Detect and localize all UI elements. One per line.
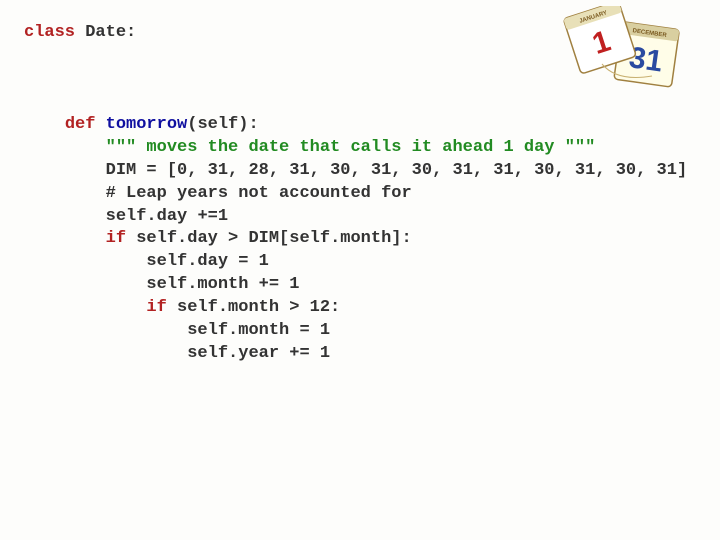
code-line-if: if self.month > 12:: [24, 297, 696, 320]
code-line: self.day = 1: [24, 251, 696, 274]
keyword-class: class: [24, 23, 85, 42]
code-line-def: def tomorrow(self):: [24, 114, 696, 137]
keyword-def: def: [65, 115, 106, 134]
method-name: tomorrow: [106, 115, 188, 134]
dim-values: 0, 31, 28, 31, 30, 31, 30, 31, 31, 30, 3…: [177, 161, 677, 180]
code-line: self.month += 1: [24, 274, 696, 297]
keyword-if: if: [106, 229, 137, 248]
code-line: self.day +=1: [24, 206, 696, 229]
class-name: Date: [85, 23, 126, 42]
code-line-if: if self.day > DIM[self.month]:: [24, 228, 696, 251]
code-line: self.year += 1: [24, 343, 696, 366]
code-line-comment: # Leap years not accounted for: [24, 183, 696, 206]
code-line-class: class Date:: [24, 22, 696, 45]
code-line-docstring: """ moves the date that calls it ahead 1…: [24, 137, 696, 160]
keyword-if: if: [146, 298, 177, 317]
comment: # Leap years not accounted for: [106, 184, 412, 203]
code-line: self.month = 1: [24, 320, 696, 343]
code-line-dim: DIM = [0, 31, 28, 31, 30, 31, 30, 31, 31…: [24, 160, 696, 183]
code-snippet: class Date: def tomorrow(self): """ move…: [24, 22, 696, 366]
docstring: """ moves the date that calls it ahead 1…: [106, 138, 596, 157]
